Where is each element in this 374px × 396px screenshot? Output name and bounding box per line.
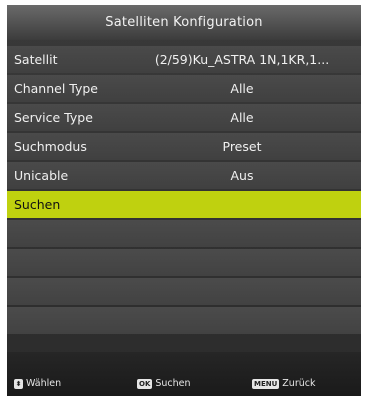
menu-item-value: Aus: [230, 168, 254, 183]
ok-key-icon: OK: [137, 378, 153, 389]
menu-item-search-selected[interactable]: Suchen: [7, 191, 361, 218]
menu-item-label: Satellit: [14, 52, 58, 67]
satellite-config-screen: Satelliten Konfiguration Satellit (2/59)…: [7, 5, 361, 396]
menu-item-value: Preset: [222, 139, 262, 154]
empty-row: [7, 307, 361, 334]
menu-item-label: Suchen: [14, 197, 61, 212]
settings-menu: Satellit (2/59)Ku_ASTRA 1N,1KR,1... Chan…: [7, 46, 361, 336]
hint-menu-label: Zurück: [282, 378, 316, 389]
menu-item-channel-type[interactable]: Channel Type Alle: [7, 75, 361, 102]
menu-item-value: (2/59)Ku_ASTRA 1N,1KR,1...: [154, 52, 330, 67]
empty-row: [7, 278, 361, 305]
menu-item-value: Alle: [230, 110, 254, 125]
menu-item-label: Suchmodus: [14, 139, 87, 154]
menu-item-unicable[interactable]: Unicable Aus: [7, 162, 361, 189]
hint-menu: MENU Zurück: [252, 377, 315, 391]
menu-item-label: Unicable: [14, 168, 69, 183]
menu-item-label: Service Type: [14, 110, 93, 125]
menu-item-service-type[interactable]: Service Type Alle: [7, 104, 361, 131]
page-title: Satelliten Konfiguration: [7, 5, 361, 40]
empty-row: [7, 249, 361, 276]
empty-row: [7, 220, 361, 247]
hint-ok-label: Suchen: [155, 378, 191, 389]
menu-key-icon: MENU: [252, 378, 280, 389]
menu-item-label: Channel Type: [14, 81, 99, 96]
updown-arrows-icon: ⬍: [14, 378, 23, 389]
menu-item-search-mode[interactable]: Suchmodus Preset: [7, 133, 361, 160]
hint-select: ⬍ Wählen: [14, 377, 61, 391]
menu-item-value: Alle: [230, 81, 254, 96]
footer-hint-bar: ⬍ Wählen OK Suchen MENU Zurück: [7, 352, 361, 396]
hint-select-label: Wählen: [26, 378, 62, 389]
menu-item-satellite[interactable]: Satellit (2/59)Ku_ASTRA 1N,1KR,1...: [7, 46, 361, 73]
hint-ok: OK Suchen: [137, 377, 191, 391]
